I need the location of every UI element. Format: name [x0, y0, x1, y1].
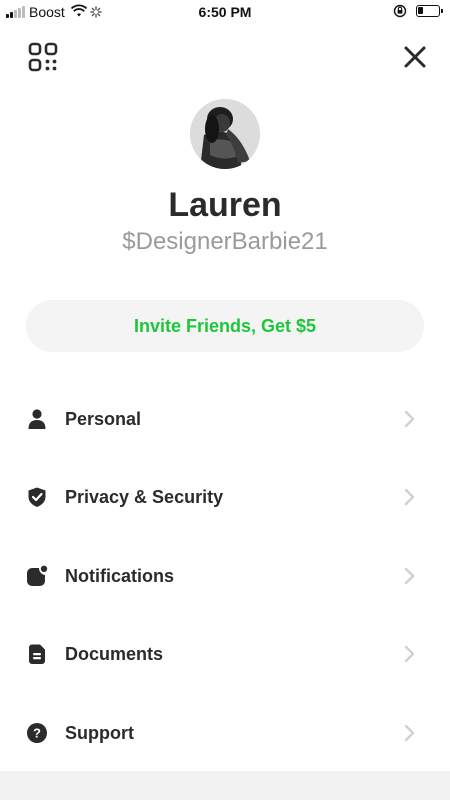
status-time: 6:50 PM — [198, 4, 252, 20]
menu-item-documents[interactable]: Documents — [0, 615, 450, 693]
settings-menu: Personal Privacy & Security Notification… — [0, 380, 450, 772]
person-icon — [28, 409, 46, 429]
battery-icon — [416, 5, 443, 17]
svg-text:?: ? — [33, 725, 41, 740]
invite-friends-button[interactable]: Invite Friends, Get $5 — [26, 300, 424, 352]
menu-item-notifications[interactable]: Notifications — [0, 537, 450, 615]
status-bar: Boost 6:50 PM — [0, 0, 450, 24]
qr-code-icon — [28, 42, 58, 72]
avatar[interactable] — [190, 99, 260, 169]
profile-cashtag: $DesignerBarbie21 — [122, 228, 328, 255]
menu-item-label: Privacy & Security — [65, 487, 224, 508]
menu-item-support[interactable]: ? Support — [0, 694, 450, 772]
menu-item-privacy-security[interactable]: Privacy & Security — [0, 458, 450, 536]
close-icon — [404, 46, 426, 68]
bottom-strip — [0, 771, 450, 800]
chevron-right-icon — [404, 410, 415, 428]
close-button[interactable] — [398, 40, 432, 74]
menu-item-label: Personal — [65, 409, 142, 429]
chevron-right-icon — [404, 645, 415, 663]
menu-item-label: Support — [65, 722, 134, 743]
shield-check-icon — [28, 487, 46, 508]
chevron-right-icon — [404, 489, 415, 506]
menu-item-label: Notifications — [65, 565, 175, 586]
chevron-right-icon — [404, 567, 415, 584]
rotation-lock-icon — [393, 4, 407, 21]
qr-code-button[interactable] — [26, 40, 60, 74]
profile-name: Lauren — [168, 186, 282, 224]
menu-item-label: Documents — [65, 644, 164, 665]
document-icon — [29, 644, 45, 665]
question-icon: ? — [27, 722, 47, 743]
menu-item-personal[interactable]: Personal — [0, 380, 450, 458]
notification-icon — [27, 565, 48, 586]
profile-photo — [190, 99, 260, 169]
chevron-right-icon — [404, 724, 415, 741]
